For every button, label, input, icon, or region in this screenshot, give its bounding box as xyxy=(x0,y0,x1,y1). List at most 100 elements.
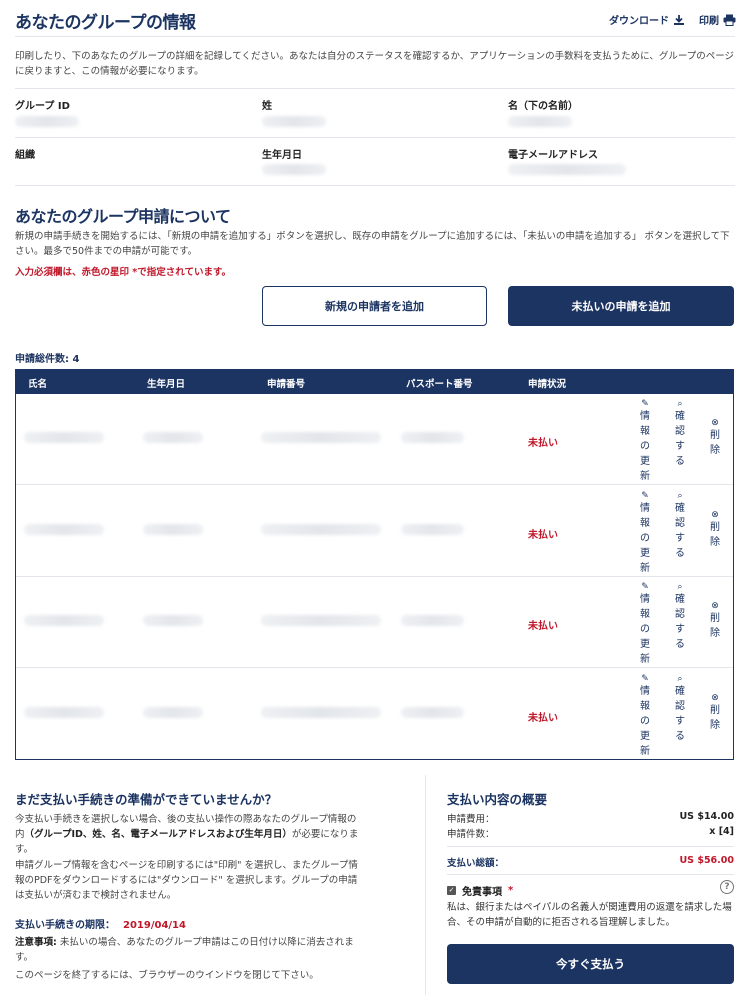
note-text: 注意事項: 未払いの場合、あなたのグループ申請はこの日付け以降に消去されます。 xyxy=(15,935,365,965)
p1-bold: （グループID、姓、名、電子メールアドレスおよび生年月日） xyxy=(24,829,292,840)
divider xyxy=(15,137,735,138)
table-row: 未払い ✎ 情報の更新 ⌕ 確認する ⊗ 削除 xyxy=(16,577,733,668)
delete-label: 削除 xyxy=(710,704,720,731)
close-circle-icon: ⊗ xyxy=(711,418,719,428)
add-unpaid-application-button[interactable]: 未払いの申請を追加 xyxy=(508,286,734,326)
redacted-cell xyxy=(24,523,104,535)
edit-info-link[interactable]: ✎ 情報の更新 xyxy=(638,674,652,759)
print-icon xyxy=(723,14,736,26)
delete-link[interactable]: ⊗ 削除 xyxy=(708,601,722,641)
dob-label: 生年月日 xyxy=(262,150,302,161)
row-status: 未払い xyxy=(528,712,558,724)
delete-label: 削除 xyxy=(710,430,720,456)
application-title: あなたのグループ申請について xyxy=(15,207,231,226)
view-label: 確認する xyxy=(675,411,685,467)
redacted-cell xyxy=(24,615,104,626)
table-header: 氏名 生年月日 申請番号 パスポート番号 申請状況 xyxy=(16,370,733,394)
deadline: 支払い手続きの期限： 2019/04/14 xyxy=(15,916,186,931)
page-title: あなたのグループの情報 xyxy=(15,13,196,33)
redacted-cell xyxy=(401,615,464,626)
intro-text: 印刷したり、下のあなたのグループの詳細を記録してください。あなたは自分のステータ… xyxy=(15,51,735,77)
count-label: 申請件数： xyxy=(447,829,495,840)
column-divider xyxy=(425,775,426,995)
total-label: 支払い総額： xyxy=(447,858,505,869)
last-name-label: 姓 xyxy=(262,101,272,112)
redacted-cell xyxy=(401,432,464,443)
redacted-cell xyxy=(143,432,203,443)
redacted-cell xyxy=(24,706,104,718)
view-label: 確認する xyxy=(675,502,685,559)
required-note: 入力必須欄は、赤色の星印 *で指定されています。 xyxy=(15,267,232,278)
row-status: 未払い xyxy=(528,438,558,449)
group-id-label: グループ ID xyxy=(15,101,70,112)
disclaimer-row: ✓ 免責事項 * xyxy=(447,883,513,898)
pencil-icon: ✎ xyxy=(641,673,649,684)
total-row: 支払い総額： US $56.00 xyxy=(447,855,734,869)
redacted-cell xyxy=(24,432,104,443)
checkbox-icon[interactable]: ✓ xyxy=(447,886,456,895)
close-circle-icon: ⊗ xyxy=(711,692,719,703)
print-label: 印刷 xyxy=(699,16,719,27)
search-icon: ⌕ xyxy=(677,399,683,409)
close-circle-icon: ⊗ xyxy=(711,601,719,611)
close-window-text: このページを終了するには、ブラウザーのウインドウを閉じて下さい。 xyxy=(15,970,319,981)
table-row: 未払い ✎ 情報の更新 ⌕ 確認する ⊗ 削除 xyxy=(16,394,733,485)
deadline-value: 2019/04/14 xyxy=(123,920,186,931)
divider xyxy=(15,36,735,37)
email-value-redacted xyxy=(508,164,626,175)
summary-title: 支払い内容の概要 xyxy=(447,792,548,807)
delete-link[interactable]: ⊗ 削除 xyxy=(708,510,722,550)
delete-label: 削除 xyxy=(710,613,720,639)
download-icon xyxy=(674,14,684,25)
view-link[interactable]: ⌕ 確認する xyxy=(673,491,687,561)
disclaimer-label: 免責事項 xyxy=(462,887,502,898)
application-description: 新規の申請手続きを開始するには、「新規の申請を追加する」ボタンを選択し、既存の申… xyxy=(15,231,730,257)
view-label: 確認する xyxy=(675,685,685,742)
row-status: 未払い xyxy=(528,621,558,632)
edit-info-link[interactable]: ✎ 情報の更新 xyxy=(638,491,652,576)
organization-label: 組織 xyxy=(15,150,35,161)
add-new-applicant-button[interactable]: 新規の申請者を追加 xyxy=(262,286,487,326)
fee-label: 申請費用： xyxy=(447,814,495,825)
fee-value: US $14.00 xyxy=(679,811,734,822)
edit-label: 情報の更新 xyxy=(640,502,650,574)
first-name-label: 名（下の名前） xyxy=(508,101,578,112)
print-link[interactable]: 印刷 xyxy=(699,12,736,27)
last-name-value-redacted xyxy=(262,116,326,127)
group-id-value-redacted xyxy=(15,116,79,127)
redacted-cell xyxy=(143,706,203,718)
view-link[interactable]: ⌕ 確認する xyxy=(673,582,687,652)
search-icon: ⌕ xyxy=(677,673,683,684)
edit-info-link[interactable]: ✎ 情報の更新 xyxy=(638,582,652,667)
divider xyxy=(447,846,734,847)
divider xyxy=(15,185,735,186)
not-ready-paragraph-1: 今支払い手続きを選択しない場合、後の支払い操作の際あなたのグループ情報の内（グル… xyxy=(15,812,365,857)
note-body: 未払いの場合、あなたのグループ申請はこの日付け以降に消去されます。 xyxy=(15,937,354,963)
delete-label: 削除 xyxy=(710,521,720,548)
header-passport-number: パスポート番号 xyxy=(406,379,473,390)
row-status: 未払い xyxy=(528,529,558,541)
delete-link[interactable]: ⊗ 削除 xyxy=(708,418,722,458)
edit-label: 情報の更新 xyxy=(640,411,650,482)
redacted-cell xyxy=(143,615,203,626)
edit-label: 情報の更新 xyxy=(640,685,650,757)
view-link[interactable]: ⌕ 確認する xyxy=(673,674,687,744)
divider xyxy=(15,88,735,89)
redacted-cell xyxy=(143,523,203,535)
pay-now-button[interactable]: 今すぐ支払う xyxy=(447,944,734,984)
not-ready-paragraph-2: 申請グループ情報を含むページを印刷するには"印刷" を選択し、またグループ情報の… xyxy=(15,860,358,901)
help-icon[interactable]: ? xyxy=(720,880,734,894)
edit-info-link[interactable]: ✎ 情報の更新 xyxy=(638,399,652,484)
view-link[interactable]: ⌕ 確認する xyxy=(673,399,687,469)
delete-link[interactable]: ⊗ 削除 xyxy=(708,693,722,733)
view-label: 確認する xyxy=(675,594,685,650)
edit-label: 情報の更新 xyxy=(640,594,650,665)
close-circle-icon: ⊗ xyxy=(711,509,719,520)
pencil-icon: ✎ xyxy=(641,582,649,592)
header-links: ダウンロード 印刷 xyxy=(609,12,736,27)
first-name-value-redacted xyxy=(508,116,572,127)
header-application-number: 申請番号 xyxy=(267,379,306,390)
download-link[interactable]: ダウンロード xyxy=(609,12,685,27)
fee-row: 申請費用： US $14.00 xyxy=(447,811,734,825)
redacted-cell xyxy=(261,706,381,718)
